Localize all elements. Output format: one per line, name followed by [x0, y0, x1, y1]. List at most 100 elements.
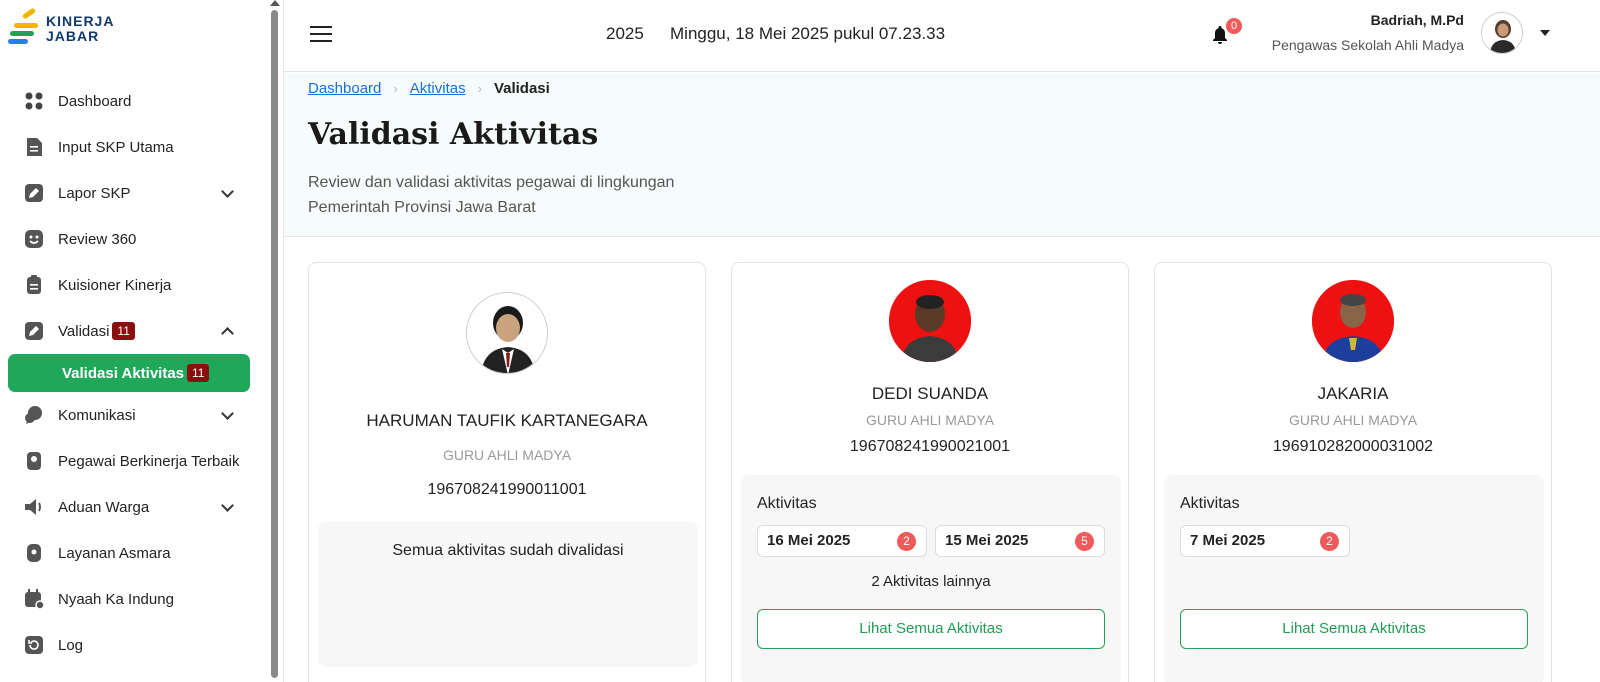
sidebar-item-label: Layanan Asmara [58, 544, 171, 562]
employee-name: JAKARIA [1317, 384, 1389, 403]
sidebar-item-kuisioner-kinerja[interactable]: Kuisioner Kinerja [0, 262, 262, 308]
activity-date-chip[interactable]: 16 Mei 2025 2 [757, 525, 927, 557]
all-validated-message: Semua aktivitas sudah divalidasi [392, 542, 624, 559]
employee-nip: 196708241990021001 [849, 438, 1011, 455]
clipboard-icon [24, 275, 44, 295]
employee-card: JAKARIA GURU AHLI MADYA 1969102820000310… [1154, 262, 1552, 682]
sidebar-item-label: Input SKP Utama [58, 138, 174, 156]
sidebar-item-label: Nyaah Ka Indung [58, 590, 174, 608]
activity-date: 16 Mei 2025 [767, 532, 851, 549]
sidebar-subitem-label: Validasi Aktivitas [62, 364, 185, 382]
employee-photo [466, 292, 548, 374]
dashboard-icon [24, 91, 44, 111]
employee-card: HARUMAN TAUFIK KARTANEGARA GURU AHLI MAD… [308, 262, 706, 682]
logo-mark-icon [8, 7, 40, 49]
activity-count-badge: 2 [897, 532, 916, 551]
sidebar-item-label: Log [58, 636, 84, 654]
scrollbar-thumb[interactable] [271, 10, 278, 678]
document-icon [24, 137, 44, 157]
sidebar-item-label: Review 360 [58, 230, 137, 248]
employee-card: DEDI SUANDA GURU AHLI MADYA 196708241990… [731, 262, 1129, 682]
notification-count-badge: 0 [1226, 18, 1242, 34]
sidebar-item-dashboard[interactable]: Dashboard [0, 78, 262, 124]
employee-nip: 196910282000031002 [1272, 438, 1434, 455]
sidebar-item-validasi[interactable]: Validasi 11 [0, 308, 262, 354]
activity-date: 15 Mei 2025 [945, 532, 1029, 549]
breadcrumb-aktivitas-link[interactable]: Aktivitas [410, 80, 466, 97]
scroll-up-arrow-icon[interactable] [270, 0, 280, 6]
award-icon [24, 451, 44, 471]
more-activities-text: 2 Aktivitas lainnya [871, 573, 991, 590]
top-header: 2025 Minggu, 18 Mei 2025 pukul 07.23.33 … [284, 0, 1600, 72]
heart-service-icon [24, 543, 44, 563]
sidebar-subitem-validasi-aktivitas[interactable]: Validasi Aktivitas 11 [8, 354, 250, 392]
breadcrumb-separator-icon: › [477, 81, 482, 96]
sidebar-item-label: Komunikasi [58, 406, 136, 424]
sidebar-item-log[interactable]: Log [0, 622, 262, 668]
sidebar-item-label: Kuisioner Kinerja [58, 276, 172, 294]
breadcrumb-dashboard-link[interactable]: Dashboard [308, 80, 381, 97]
sidebar-item-label: Lapor SKP [58, 184, 131, 202]
activity-date-chip[interactable]: 15 Mei 2025 5 [935, 525, 1105, 557]
activity-panel: Semua aktivitas sudah divalidasi [318, 522, 698, 667]
activity-count-badge: 2 [1320, 532, 1339, 551]
sidebar-item-aduan-warga[interactable]: Aduan Warga [0, 484, 262, 530]
sidebar-item-layanan-asmara[interactable]: Layanan Asmara [0, 530, 262, 576]
employee-photo [1312, 280, 1394, 362]
sidebar-item-review-360[interactable]: Review 360 [0, 216, 262, 262]
sidebar-item-komunikasi[interactable]: Komunikasi [0, 392, 262, 438]
view-all-activities-button[interactable]: Lihat Semua Aktivitas [1180, 609, 1528, 649]
validasi-aktivitas-count-badge: 11 [187, 364, 210, 382]
page-title: Validasi Aktivitas [308, 117, 599, 152]
employee-role: GURU AHLI MADYA [1288, 412, 1418, 428]
user-avatar[interactable] [1481, 12, 1523, 54]
activity-date: 7 Mei 2025 [1190, 532, 1266, 549]
page-header: Dashboard › Aktivitas › Validasi Validas… [284, 73, 1600, 237]
refresh-icon [24, 635, 44, 655]
activity-panel: Aktivitas 7 Mei 2025 2 Lihat Semua Aktiv… [1164, 475, 1544, 682]
datetime-display: Minggu, 18 Mei 2025 pukul 07.23.33 [670, 24, 946, 43]
employee-nip: 196708241990011001 [427, 481, 587, 498]
smile-icon [24, 229, 44, 249]
user-menu-caret-icon[interactable] [1540, 30, 1550, 36]
chevron-up-icon[interactable] [221, 327, 234, 340]
breadcrumb-separator-icon: › [393, 81, 398, 96]
sidebar-scrollbar[interactable] [269, 0, 280, 682]
employee-name: HARUMAN TAUFIK KARTANEGARA [366, 411, 648, 430]
edit-icon [24, 321, 44, 341]
logo-text-line2: JABAR [46, 28, 100, 44]
kinerja-jabar-logo[interactable]: KINERJA JABAR [8, 7, 115, 49]
sidebar-item-lapor-skp[interactable]: Lapor SKP [0, 170, 262, 216]
activity-date-chip[interactable]: 7 Mei 2025 2 [1180, 525, 1350, 557]
sidebar-item-label: Dashboard [58, 92, 132, 110]
sidebar-item-label: Validasi [58, 322, 110, 340]
view-all-activities-button[interactable]: Lihat Semua Aktivitas [757, 609, 1105, 649]
activity-count-badge: 5 [1075, 532, 1094, 551]
activity-label: Aktivitas [757, 495, 817, 512]
calendar-icon [24, 589, 44, 609]
breadcrumb-current: Validasi [493, 80, 550, 97]
sidebar-item-nyaah-ka-indung[interactable]: Nyaah Ka Indung [0, 576, 262, 622]
chevron-down-icon[interactable] [221, 185, 234, 198]
chat-icon [24, 405, 44, 425]
page-description: Review dan validasi aktivitas pegawai di… [308, 174, 675, 216]
megaphone-icon [24, 497, 44, 517]
chevron-down-icon[interactable] [221, 407, 234, 420]
sidebar-item-input-skp-utama[interactable]: Input SKP Utama [0, 124, 262, 170]
chevron-down-icon[interactable] [221, 499, 234, 512]
employee-name: DEDI SUANDA [871, 384, 989, 403]
logo-text-line1: KINERJA [46, 13, 115, 29]
activity-label: Aktivitas [1180, 495, 1240, 512]
breadcrumb: Dashboard › Aktivitas › Validasi [308, 80, 550, 97]
employee-role: GURU AHLI MADYA [865, 412, 995, 428]
user-role: Pengawas Sekolah Ahli Madya [1271, 37, 1464, 53]
activity-panel: Aktivitas 16 Mei 2025 2 15 Mei 2025 5 2 … [741, 475, 1121, 682]
year-display: 2025 [606, 24, 644, 43]
menu-toggle-icon[interactable] [310, 25, 332, 43]
sidebar-item-label: Pegawai Berkinerja Terbaik [58, 452, 240, 470]
sidebar-item-label: Aduan Warga [58, 498, 150, 516]
edit-icon [24, 183, 44, 203]
user-name: Badriah, M.Pd [1370, 12, 1464, 28]
validasi-count-badge: 11 [112, 322, 135, 340]
sidebar-item-pegawai-berkinerja-terbaik[interactable]: Pegawai Berkinerja Terbaik [0, 438, 262, 484]
